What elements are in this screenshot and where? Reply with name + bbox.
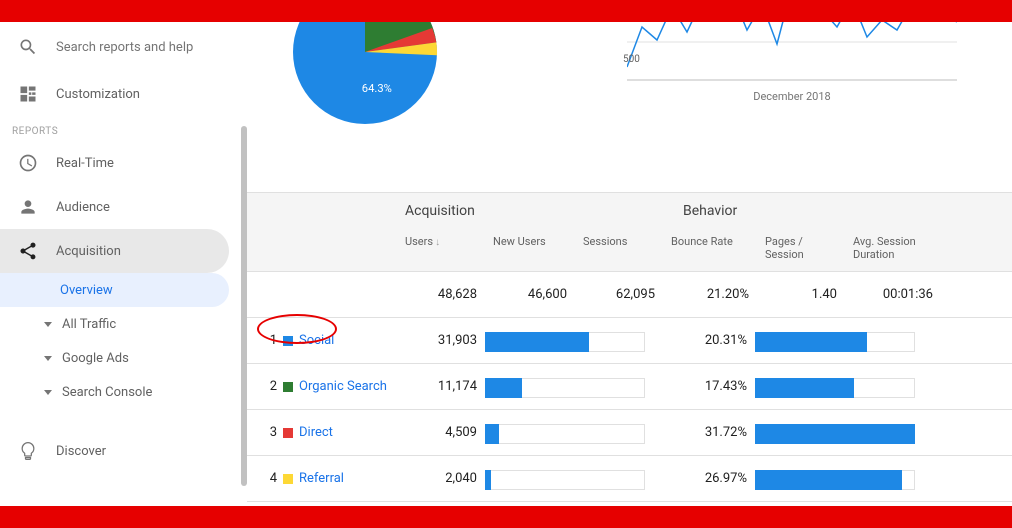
pie-chart: 22.5% 64.3% [285, 22, 445, 132]
sidebar-item-acquisition[interactable]: Acquisition [0, 229, 229, 273]
search-icon [18, 37, 38, 57]
line-chart: 500 December 2018 [627, 22, 957, 103]
group-header-acquisition: Acquisition [397, 193, 675, 229]
cell-users: 31,903 [397, 333, 485, 348]
sidebar-sub-searchconsole[interactable]: Search Console [0, 375, 247, 409]
cell-users: 11,174 [397, 379, 485, 394]
search-row[interactable]: Search reports and help [0, 22, 247, 72]
cell-bounce: 26.97% [645, 471, 755, 486]
annotation-circle [257, 314, 337, 344]
col-sessions[interactable]: Sessions [575, 229, 663, 271]
sidebar-item-label: Real-Time [56, 156, 114, 171]
sidebar: Search reports and help Customization RE… [0, 22, 247, 506]
bar-users [485, 464, 645, 494]
bar-users [485, 326, 645, 356]
bar-pages [755, 326, 915, 356]
row-rank: 2 [255, 379, 277, 394]
cell-bounce: 20.31% [645, 333, 755, 348]
row-rank: 4 [255, 471, 277, 486]
channel-link[interactable]: Referral [299, 471, 344, 486]
y-tick: 500 [623, 54, 640, 65]
dashboard-icon [18, 84, 38, 104]
col-newusers[interactable]: New Users [485, 229, 575, 271]
bar-pages [755, 372, 915, 402]
channel-chip [283, 474, 293, 484]
sidebar-item-discover[interactable]: Discover [0, 429, 247, 473]
search-placeholder: Search reports and help [56, 40, 193, 55]
bar-pages [755, 464, 915, 494]
sort-down-icon: ↓ [435, 237, 440, 248]
cell-bounce: 17.43% [645, 379, 755, 394]
bar-users [485, 418, 645, 448]
sidebar-item-label: Google Ads [62, 351, 129, 366]
sidebar-sub-overview[interactable]: Overview [0, 273, 229, 307]
sidebar-sub-googleads[interactable]: Google Ads [0, 341, 247, 375]
sidebar-item-customization[interactable]: Customization [0, 72, 247, 116]
sidebar-sub-alltraffic[interactable]: All Traffic [0, 307, 247, 341]
acquisition-table: Acquisition Behavior Users↓ New Users Se… [247, 192, 1012, 502]
chevron-down-icon [44, 390, 52, 395]
channel-link[interactable]: Organic Search [299, 379, 387, 394]
channel-link[interactable]: Direct [299, 425, 333, 440]
table-row: 2 Organic Search 11,174 17.43% [247, 364, 1012, 410]
col-dur[interactable]: Avg. Session Duration [845, 229, 941, 271]
sidebar-item-label: Discover [56, 444, 106, 459]
table-row: 3 Direct 4,509 31.72% [247, 410, 1012, 456]
table-row: 1Social31,90320.31% [247, 318, 1012, 364]
cell-bounce: 31.72% [645, 425, 755, 440]
bar-users [485, 372, 645, 402]
chevron-down-icon [44, 322, 52, 327]
col-pages[interactable]: Pages / Session [757, 229, 845, 271]
clock-icon [18, 153, 38, 173]
sidebar-item-audience[interactable]: Audience [0, 185, 247, 229]
sidebar-item-label: Customization [56, 87, 140, 102]
person-icon [18, 197, 38, 217]
lightbulb-icon [18, 441, 38, 461]
sidebar-item-label: All Traffic [62, 317, 116, 332]
cell-users: 4,509 [397, 425, 485, 440]
table-row: 4 Referral 2,040 26.97% [247, 456, 1012, 502]
svg-text:64.3%: 64.3% [362, 82, 392, 95]
sidebar-item-label: Acquisition [56, 244, 121, 259]
sidebar-item-label: Search Console [62, 385, 152, 400]
cell-users: 2,040 [397, 471, 485, 486]
channel-chip [283, 428, 293, 438]
totals-row: 48,628 46,600 62,095 21.20% 1.40 00:01:3… [247, 272, 1012, 318]
sidebar-item-realtime[interactable]: Real-Time [0, 141, 247, 185]
x-axis-label: December 2018 [627, 90, 957, 103]
col-bounce[interactable]: Bounce Rate [663, 229, 757, 271]
reports-header: REPORTS [0, 116, 247, 141]
main-content: 22.5% 64.3% Email 500 December 2018 0.0 [247, 22, 1012, 506]
channel-chip [283, 382, 293, 392]
group-header-behavior: Behavior [675, 193, 975, 229]
svg-text:22.5%: 22.5% [341, 22, 371, 23]
sidebar-item-label: Audience [56, 200, 110, 215]
bar-pages [755, 418, 915, 448]
sidebar-item-label: Overview [60, 283, 113, 298]
col-users[interactable]: Users↓ [397, 229, 485, 271]
row-rank: 3 [255, 425, 277, 440]
share-icon [18, 241, 38, 261]
chevron-down-icon [44, 356, 52, 361]
